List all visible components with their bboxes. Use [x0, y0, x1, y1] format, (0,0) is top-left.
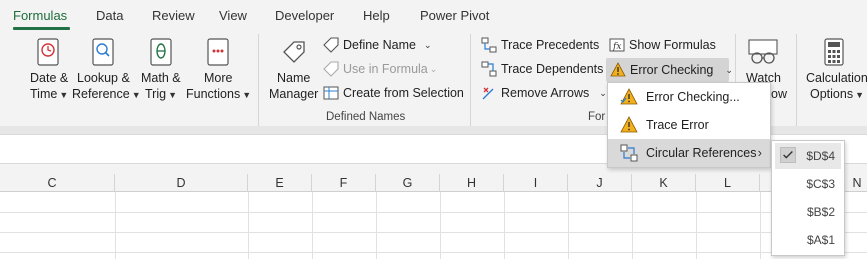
define-name-button[interactable]: Define Name ⌄ — [323, 35, 432, 55]
use-in-formula-button[interactable]: Use in Formula ⌄ — [323, 59, 437, 79]
circular-references-label: Circular References — [646, 146, 757, 160]
table-tag-icon — [323, 86, 339, 100]
watch-window-label-2: ow — [771, 87, 787, 101]
column-header-d[interactable]: D — [115, 174, 248, 192]
svg-text:fx: fx — [612, 42, 621, 52]
more-functions-label-2: Functions ▼ — [186, 87, 252, 101]
column-header-l[interactable]: L — [696, 174, 760, 192]
chevron-down-icon: ⌄ — [725, 64, 733, 75]
name-manager-label-1: Name — [277, 71, 311, 85]
circular-ref-label: $B$2 — [806, 205, 835, 219]
tab-help[interactable]: Help — [363, 8, 390, 23]
chevron-down-icon: ⌄ — [423, 39, 432, 50]
book-more-icon — [207, 38, 229, 66]
circular-ref-label: $D$4 — [806, 149, 835, 163]
menu-item-circular-references[interactable]: Circular References › — [608, 139, 770, 167]
remove-arrows-label: Remove Arrows — [501, 86, 590, 100]
circular-reference-icon — [620, 144, 638, 162]
remove-arrows-button[interactable]: Remove Arrows ⌄ — [481, 83, 607, 103]
ribbon-separator — [258, 34, 259, 126]
formula-auditing-group-label: For — [588, 111, 606, 123]
column-header-h[interactable]: H — [440, 174, 504, 192]
name-manager-label-2: Manager — [269, 87, 319, 101]
column-header-f[interactable]: F — [312, 174, 376, 192]
column-header-c[interactable]: C — [0, 174, 115, 192]
chevron-right-icon: › — [757, 145, 762, 160]
circular-ref-label: $A$1 — [806, 233, 835, 247]
error-checking-menu: Error Checking... Trace Error Circular R… — [607, 82, 771, 168]
trace-precedents-button[interactable]: Trace Precedents — [481, 35, 599, 55]
lookup-label-2: Reference ▼ — [72, 87, 141, 101]
error-checking-button[interactable]: Error Checking ⌄ — [610, 60, 733, 80]
circular-ref-label: $C$3 — [806, 177, 835, 191]
column-header-i[interactable]: I — [504, 174, 568, 192]
book-theta-icon — [150, 38, 172, 66]
defined-names-group-label: Defined Names — [326, 111, 406, 123]
create-from-selection-label: Create from Selection — [343, 86, 464, 100]
ribbon-separator — [796, 34, 797, 126]
book-clock-icon — [37, 38, 59, 66]
circular-ref-item[interactable]: $B$2 — [775, 199, 841, 225]
ribbon-tab-bar: Formulas Data Review View Developer Help… — [0, 0, 867, 30]
show-formulas-label: Show Formulas — [629, 38, 716, 52]
calculator-icon — [824, 38, 844, 66]
checkmark-icon — [780, 147, 796, 163]
create-from-selection-button[interactable]: Create from Selection — [323, 83, 464, 103]
column-header-row: C D E F G H I J K L N — [0, 174, 867, 192]
circular-ref-item[interactable]: $D$4 — [775, 143, 841, 169]
tab-formulas[interactable]: Formulas — [13, 8, 67, 23]
calculation-label-2: Options ▼ — [810, 87, 865, 101]
column-header-n[interactable]: N — [845, 174, 867, 192]
date-time-label-2: Time ▼ — [30, 87, 69, 101]
show-formulas-button[interactable]: fx Show Formulas — [609, 35, 716, 55]
tag-fx-icon — [323, 61, 339, 77]
tab-review[interactable]: Review — [152, 8, 195, 23]
math-trig-label-2: Trig ▼ — [145, 87, 177, 101]
trace-error-label: Trace Error — [646, 118, 709, 132]
chevron-down-icon: ⌄ — [599, 87, 607, 98]
tag-small-icon — [323, 37, 339, 53]
tab-data[interactable]: Data — [96, 8, 123, 23]
show-formulas-icon: fx — [609, 38, 625, 52]
tag-icon — [283, 41, 305, 63]
warning-icon — [620, 116, 638, 133]
worksheet-grid[interactable] — [0, 192, 867, 259]
trace-precedents-label: Trace Precedents — [501, 38, 600, 52]
more-functions-label-1: More — [204, 71, 233, 85]
circular-ref-item[interactable]: $A$1 — [775, 227, 841, 253]
trace-dependents-button[interactable]: Trace Dependents — [481, 59, 603, 79]
error-checking-menu-label: Error Checking... — [646, 90, 740, 104]
math-trig-label-1: Math & — [141, 71, 181, 85]
menu-item-error-checking[interactable]: Error Checking... — [608, 83, 770, 111]
trace-dependents-label: Trace Dependents — [501, 62, 604, 76]
warning-icon — [610, 62, 626, 77]
tab-developer[interactable]: Developer — [275, 8, 334, 23]
chevron-down-icon: ⌄ — [429, 63, 438, 74]
column-header-e[interactable]: E — [248, 174, 312, 192]
warning-check-icon — [620, 88, 638, 105]
circular-references-submenu: $D$4 $C$3 $B$2 $A$1 — [771, 140, 845, 256]
column-header-k[interactable]: K — [632, 174, 696, 192]
column-header-g[interactable]: G — [376, 174, 440, 192]
tab-power-pivot[interactable]: Power Pivot — [420, 8, 489, 23]
trace-precedents-icon — [481, 37, 497, 53]
circular-ref-item[interactable]: $C$3 — [775, 171, 841, 197]
column-header-j[interactable]: J — [568, 174, 632, 192]
book-search-icon — [92, 38, 114, 66]
use-in-formula-label: Use in Formula — [343, 62, 428, 76]
error-checking-label: Error Checking — [630, 63, 714, 77]
remove-arrows-icon — [482, 87, 494, 100]
glasses-icon — [748, 39, 778, 64]
define-name-label: Define Name — [343, 38, 416, 52]
date-time-label-1: Date & — [30, 71, 69, 85]
ribbon-separator — [470, 34, 471, 126]
lookup-label-1: Lookup & — [77, 71, 130, 85]
calculation-label-1: Calculation — [806, 71, 867, 85]
trace-dependents-icon — [481, 61, 497, 77]
menu-item-trace-error[interactable]: Trace Error — [608, 111, 770, 139]
tab-view[interactable]: View — [219, 8, 247, 23]
